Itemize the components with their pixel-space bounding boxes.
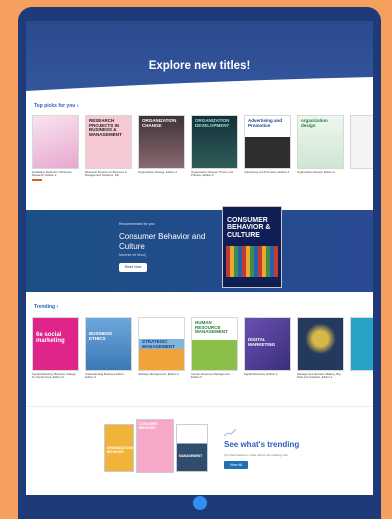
book-caption: Advertising and Promotion, Edition 5: [244, 171, 290, 174]
book-card[interactable]: RESEARCH PROJECTS IN BUSINESS & MANAGEME…: [85, 115, 132, 181]
trending-promo: ORGANIZATIONAL BEHAVIOR CONSUMER BEHAVIO…: [26, 406, 373, 495]
book-caption: Human Resource Management, Edition 5: [191, 373, 231, 380]
book-cover[interactable]: ORGANIZATION CHANGE: [138, 115, 185, 169]
book-cover[interactable]: organization design: [297, 115, 344, 169]
cover-title: ORGANIZATION CHANGE: [142, 118, 177, 128]
trending-row: 6e social marketing Social Marketing: Be…: [32, 317, 373, 380]
cover-title: RESEARCH PROJECTS IN BUSINESS & MANAGEME…: [89, 118, 122, 138]
cover-title: Advertising and Promotion: [248, 118, 283, 128]
book-cover[interactable]: [297, 317, 344, 371]
progress-bar: [32, 179, 42, 181]
book-card[interactable]: [350, 115, 373, 181]
featured-cover-title: CONSUMER BEHAVIOR & CULTURE: [227, 217, 271, 239]
book-card[interactable]: Qualitative Methods in Business Research…: [32, 115, 79, 181]
promo-cover-title: MANAGEMENT: [179, 454, 203, 458]
promo-book-cover[interactable]: ORGANIZATIONAL BEHAVIOR: [104, 424, 134, 472]
book-card[interactable]: HUMAN RESOURCE MANAGEMENT Human Resource…: [191, 317, 238, 380]
book-caption: Management Decision-Making, Big Data and…: [297, 373, 341, 380]
book-cover[interactable]: [350, 115, 373, 169]
feature-author: Marieke de Mooij: [119, 253, 146, 257]
book-card[interactable]: [350, 317, 373, 380]
book-card[interactable]: DIGITAL MARKETING Digital Marketing, Edi…: [244, 317, 291, 380]
promo-cover-title: ORGANIZATIONAL BEHAVIOR: [107, 446, 134, 454]
book-card[interactable]: ORGANIZATION CHANGE Organization Change,…: [138, 115, 185, 181]
featured-cover-image: [226, 246, 278, 277]
screen: Explore new titles! Top picks for you › …: [26, 21, 373, 495]
featured-book-cover[interactable]: CONSUMER BEHAVIOR & CULTURE: [222, 206, 282, 288]
book-card[interactable]: STRATEGIC MANAGEMENT Strategic Managemen…: [138, 317, 185, 380]
promo-title: See what's trending: [224, 440, 300, 449]
top-picks-link[interactable]: Top picks for you ›: [34, 103, 78, 109]
book-caption: Social Marketing: Behavior Change for So…: [32, 373, 76, 380]
book-caption: Digital Marketing, Edition 2: [244, 373, 278, 376]
cover-title: DIGITAL MARKETING: [248, 337, 276, 347]
book-card[interactable]: organization design Organization Design,…: [297, 115, 344, 181]
book-cover[interactable]: [32, 115, 79, 169]
book-card[interactable]: Management Decision-Making, Big Data and…: [297, 317, 344, 380]
promo-cover-title: CONSUMER BEHAVIOR: [139, 422, 158, 430]
top-picks-label: Top picks for you: [34, 103, 76, 109]
home-button[interactable]: [193, 496, 207, 510]
cover-title: BUSINESS ETHICS: [89, 331, 113, 341]
book-caption: Organization Change, Edition 3: [138, 171, 177, 174]
book-caption: Understanding Business Ethics, Edition 4: [85, 373, 125, 380]
book-caption: Qualitative Methods in Business Research…: [32, 171, 72, 178]
cover-title: STRATEGIC MANAGEMENT: [142, 339, 175, 349]
book-cover[interactable]: HUMAN RESOURCE MANAGEMENT: [191, 317, 238, 371]
feature-kicker: Recommended for you: [119, 222, 155, 226]
promo-subtitle: Top titles based on what others are read…: [224, 453, 288, 457]
view-all-button[interactable]: View All: [224, 461, 248, 469]
book-cover[interactable]: Advertising and Promotion: [244, 115, 291, 169]
featured-banner: Recommended for you Consumer Behavior an…: [26, 206, 373, 292]
book-cover[interactable]: STRATEGIC MANAGEMENT: [138, 317, 185, 371]
book-card[interactable]: ORGANIZATION DEVELOPMENT Organization Ch…: [191, 115, 238, 181]
book-caption: Organization Design, Edition 4: [297, 171, 335, 174]
book-caption: Strategic Management, Edition 2: [138, 373, 179, 376]
book-cover[interactable]: 6e social marketing: [32, 317, 79, 371]
promo-book-cover[interactable]: CONSUMER BEHAVIOR: [136, 419, 174, 473]
chevron-right-icon: ›: [56, 304, 59, 310]
trending-label: Trending: [34, 304, 56, 310]
top-picks-row: Qualitative Methods in Business Research…: [32, 115, 373, 181]
page-title: Explore new titles!: [148, 60, 251, 72]
book-cover[interactable]: BUSINESS ETHICS: [85, 317, 132, 371]
book-cover[interactable]: RESEARCH PROJECTS IN BUSINESS & MANAGEME…: [85, 115, 132, 169]
book-card[interactable]: BUSINESS ETHICS Understanding Business E…: [85, 317, 132, 380]
book-card[interactable]: 6e social marketing Social Marketing: Be…: [32, 317, 79, 380]
trending-link[interactable]: Trending ›: [34, 304, 58, 310]
book-cover[interactable]: [350, 317, 373, 371]
book-card[interactable]: Advertising and Promotion Advertising an…: [244, 115, 291, 181]
chevron-right-icon: ›: [76, 103, 79, 109]
cover-title: organization design: [301, 118, 328, 128]
tablet-frame: Explore new titles! Top picks for you › …: [18, 7, 381, 519]
trend-line-icon: [224, 429, 236, 437]
book-caption: Organization Change: Theory and Practice…: [191, 171, 234, 178]
read-now-button[interactable]: Read Now: [119, 263, 147, 272]
feature-title: Consumer Behavior and Culture: [119, 232, 206, 251]
book-cover[interactable]: ORGANIZATION DEVELOPMENT: [191, 115, 238, 169]
book-caption: Research Projects for Business & Managem…: [85, 171, 127, 178]
cover-title: 6e social marketing: [36, 332, 65, 345]
cover-title: HUMAN RESOURCE MANAGEMENT: [195, 320, 228, 335]
cover-title: ORGANIZATION DEVELOPMENT: [195, 118, 230, 128]
book-cover[interactable]: DIGITAL MARKETING: [244, 317, 291, 371]
promo-book-cover[interactable]: MANAGEMENT: [176, 424, 208, 472]
